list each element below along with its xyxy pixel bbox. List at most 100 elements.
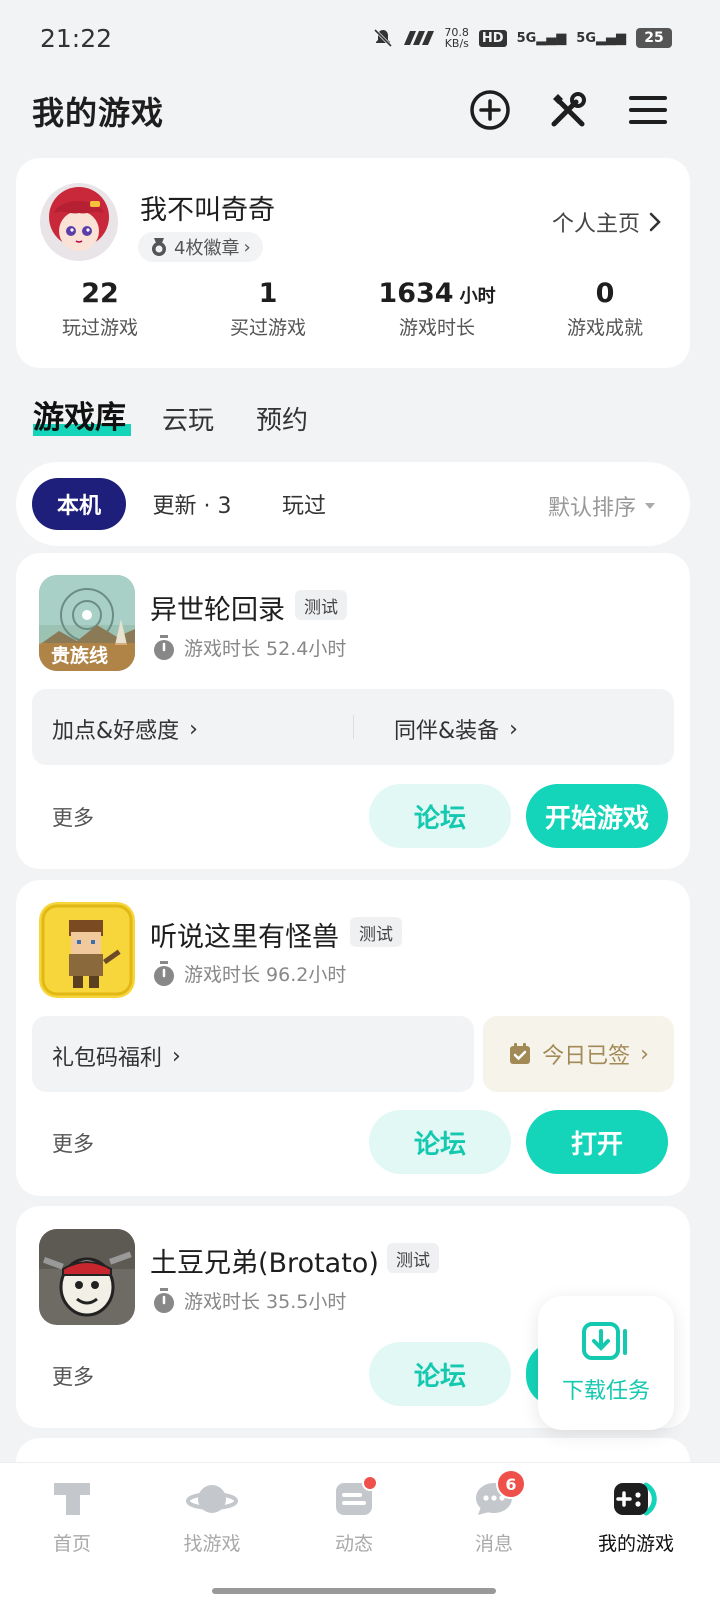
start-game-button[interactable]: 开始游戏 [526,784,668,848]
net-speed-unit: KB/s [444,37,469,50]
playtime-label: 游戏时长 35.5小时 [184,1291,347,1313]
hamburger-icon [629,96,667,124]
stat-unit: 小时 [459,286,496,307]
stat-label: 游戏时长 [398,317,475,339]
forum-button[interactable]: 论坛 [369,784,511,848]
playtime: 游戏时长 96.2小时 [152,960,346,987]
playtime-label: 游戏时长 96.2小时 [184,964,347,986]
status-bar: 21:22 70.8 KB/s HD 5G▂▄▆ 5G▂▄▆ 25 [0,0,720,80]
filter-played[interactable]: 玩过 [264,478,344,530]
home-t-icon [54,1483,90,1515]
shortcut-gift-codes[interactable]: 礼包码福利 › [52,1040,181,1072]
chevron-right-icon [649,212,661,232]
tools-button[interactable] [546,88,590,132]
game-title[interactable]: 土豆兄弟(Brotato) [150,1241,379,1280]
nav-my-games[interactable]: 我的游戏 [564,1477,708,1556]
stat-label: 买过游戏 [229,317,306,339]
game-art-image [39,902,135,998]
status-icons: 70.8 KB/s HD 5G▂▄▆ 5G▂▄▆ 25 [372,27,672,49]
nav-messages[interactable]: 6 消息 [422,1469,566,1556]
chevron-right-icon: › [172,1043,181,1069]
network-speed: 70.8 KB/s [444,27,469,49]
game-icon[interactable] [39,902,135,998]
shortcut-stats-affinity[interactable]: 加点&好感度 › [52,713,198,745]
stat-value: 1 [258,278,278,309]
caret-down-icon [645,503,655,509]
username[interactable]: 我不叫奇奇 [140,188,275,227]
tab-game-library[interactable]: 游戏库 [33,392,126,437]
filter-local[interactable]: 本机 [32,478,126,530]
badges-pill[interactable]: 4枚徽章 › [138,232,263,262]
tab-reservations[interactable]: 预约 [256,400,308,437]
game-icon[interactable] [39,1229,135,1325]
game-icon[interactable]: 贵族线 [39,575,135,671]
nav-home[interactable]: 首页 [0,1477,144,1556]
stopwatch-icon [154,960,174,986]
nav-find-games[interactable]: 找游戏 [140,1477,284,1556]
game-title[interactable]: 异世轮回录 [150,588,285,627]
daily-signin-button[interactable]: 今日已签 › [483,1016,674,1092]
shortcut-label: 加点&好感度 [52,719,180,744]
stat-bought[interactable]: 1 买过游戏 [183,278,353,340]
battery-icon: 25 [636,28,672,48]
nav-label: 找游戏 [183,1533,241,1555]
game-icon-caption: 贵族线 [51,645,109,667]
signal-5g-2: 5G▂▄▆ [576,30,626,46]
sort-label: 默认排序 [547,496,636,521]
avatar-image [40,183,118,261]
signal-5g-1: 5G▂▄▆ [516,30,567,46]
messages-badge: 6 [496,1469,526,1499]
sig1-label: 5G [516,30,537,46]
game-title[interactable]: 听说这里有怪兽 [150,915,339,954]
divider [353,715,354,739]
avatar[interactable] [40,183,118,261]
badges-label: 4枚徽章 [174,238,240,259]
tab-cloud-play[interactable]: 云玩 [162,400,214,437]
more-button[interactable]: 更多 [52,1128,94,1158]
signin-label: 今日已签 [542,1044,631,1069]
download-icon [582,1322,627,1360]
profile-link-label: 个人主页 [551,212,640,237]
bottom-nav: 首页 找游戏 动态 6 消息 我的游戏 [0,1462,720,1600]
tools-icon [551,92,586,127]
stat-playtime[interactable]: 1634 小时 游戏时长 [352,278,522,340]
stat-achievements[interactable]: 0 游戏成就 [520,278,690,340]
shortcut-companion-gear[interactable]: 同伴&装备 › [394,713,518,745]
page-title: 我的游戏 [32,94,165,132]
nav-label: 我的游戏 [597,1533,674,1555]
feed-unread-dot [362,1475,378,1491]
open-game-button[interactable]: 打开 [526,1110,668,1174]
bell-muted-icon [374,28,393,48]
signal-stripes-icon [404,31,435,45]
chevron-right-icon: › [640,1041,649,1067]
nav-feed[interactable]: 动态 [282,1475,426,1556]
chevron-right-icon: › [189,716,198,742]
stopwatch-icon [154,1287,174,1313]
calendar-check-icon [510,1043,531,1064]
download-tasks-label: 下载任务 [561,1379,650,1404]
test-tag: 测试 [295,590,347,620]
shortcut-label: 同伴&装备 [394,719,500,744]
playtime: 游戏时长 52.4小时 [152,634,346,661]
status-time: 21:22 [40,24,113,53]
more-button[interactable]: 更多 [52,1361,94,1391]
download-tasks-button[interactable]: 下载任务 [538,1296,674,1430]
test-tag: 测试 [387,1243,439,1273]
forum-button[interactable]: 论坛 [369,1342,511,1406]
stat-label: 游戏成就 [566,317,643,339]
forum-button[interactable]: 论坛 [369,1110,511,1174]
sig2-label: 5G [576,30,596,46]
menu-button[interactable] [626,88,670,132]
filter-updates[interactable]: 更新 · 3 [140,478,244,530]
profile-home-link[interactable]: 个人主页 [552,206,662,238]
game-art-image [39,1229,135,1325]
playtime: 游戏时长 35.5小时 [152,1287,346,1314]
sort-dropdown[interactable]: 默认排序 [548,490,656,522]
chevron-right-icon: › [509,716,518,742]
stat-played[interactable]: 22 玩过游戏 [15,278,185,340]
more-button[interactable]: 更多 [52,802,94,832]
add-button[interactable] [468,88,512,132]
stat-value: 22 [81,278,119,309]
home-indicator[interactable] [212,1588,496,1594]
stat-value: 0 [595,278,615,309]
